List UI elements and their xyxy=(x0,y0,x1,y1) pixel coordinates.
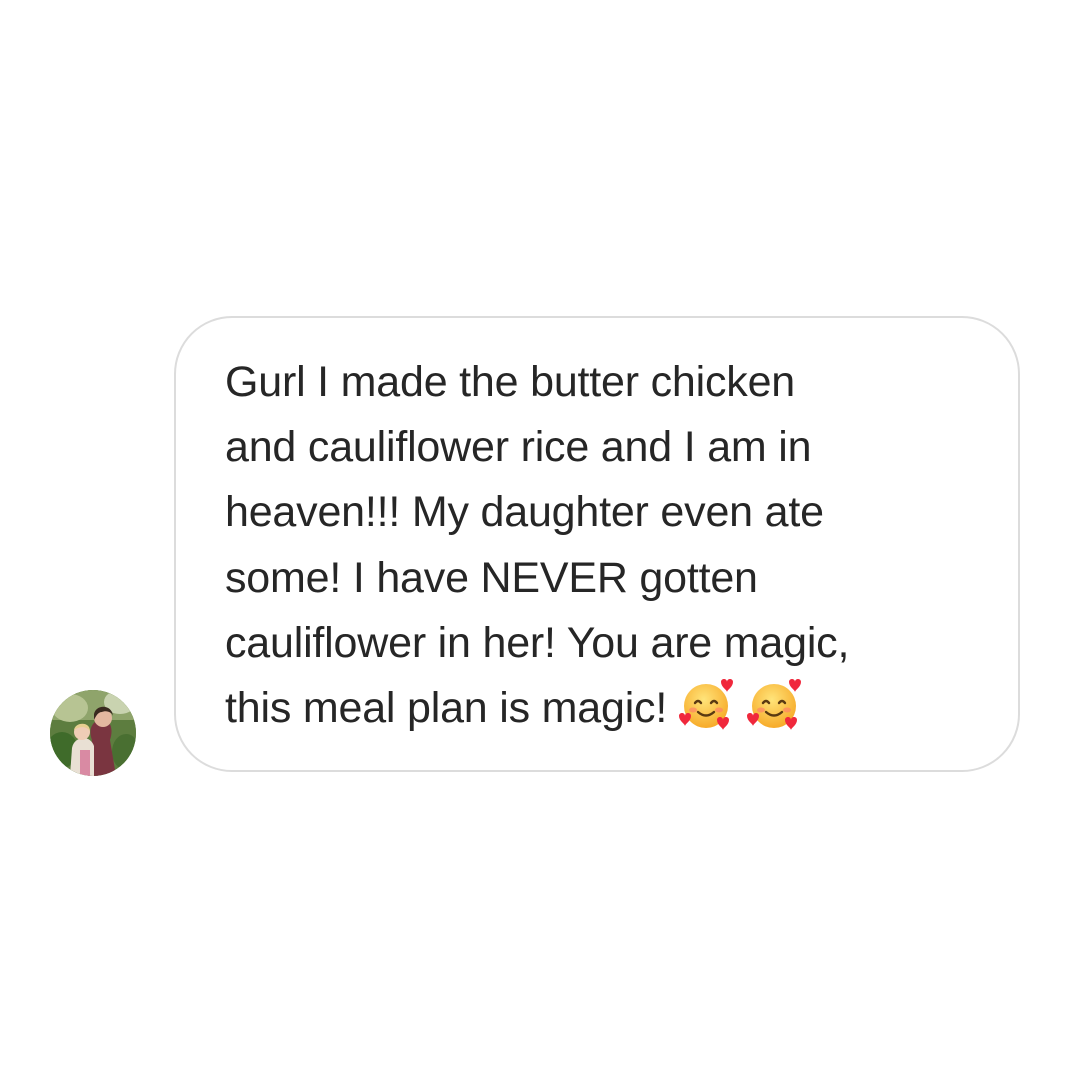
smiling-face-with-hearts-icon xyxy=(745,676,803,734)
message-line-last: this meal plan is magic! xyxy=(225,676,1005,741)
message-line: this meal plan is magic! xyxy=(225,684,668,733)
message-line: heaven!!! My daughter even ate xyxy=(225,488,824,537)
message-text: Gurl I made the butter chicken and cauli… xyxy=(225,350,1005,741)
avatar[interactable] xyxy=(50,690,136,776)
message-line: cauliflower in her! You are magic, xyxy=(225,618,850,667)
profile-photo xyxy=(50,690,136,776)
message-bubble[interactable]: Gurl I made the butter chicken and cauli… xyxy=(174,316,1020,772)
message-line: some! I have NEVER gotten xyxy=(225,553,758,602)
message-line: Gurl I made the butter chicken xyxy=(225,358,796,406)
message-line: and cauliflower rice and I am in xyxy=(225,423,812,472)
smiling-face-with-hearts-icon xyxy=(677,676,735,734)
